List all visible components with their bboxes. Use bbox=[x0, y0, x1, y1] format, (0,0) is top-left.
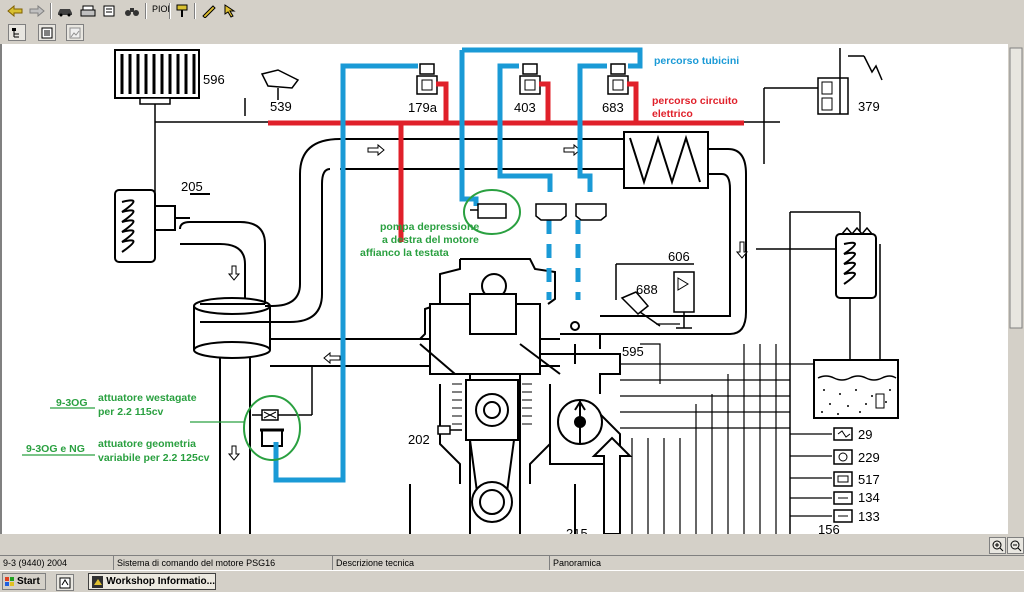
annotation-tubicini: percorso tubicini bbox=[654, 55, 739, 67]
air-filter-596 bbox=[114, 49, 200, 105]
sensor-229 bbox=[833, 449, 853, 465]
status-bar: 9-3 (9440) 2004 Sistema di comando del m… bbox=[0, 555, 1024, 570]
annotation-geometria-line2: variabile per 2.2 125cv bbox=[98, 452, 210, 464]
zoom-out-icon[interactable] bbox=[1007, 537, 1024, 554]
quick-launch-icon[interactable] bbox=[56, 574, 74, 591]
coolant-tank bbox=[813, 359, 899, 419]
status-model: 9-3 (9440) 2004 bbox=[0, 556, 114, 570]
forward-arrow-icon[interactable] bbox=[28, 2, 46, 19]
label-229: 229 bbox=[858, 450, 880, 465]
label-202: 202 bbox=[408, 432, 430, 447]
main-toolbar: PIOl bbox=[0, 0, 1024, 23]
wastegate-actuator bbox=[252, 366, 313, 447]
label-683: 683 bbox=[602, 100, 624, 115]
label-688: 688 bbox=[636, 282, 658, 297]
label-596: 596 bbox=[203, 72, 225, 87]
solenoid-683 bbox=[607, 63, 629, 95]
sensor-133 bbox=[833, 509, 853, 523]
label-29: 29 bbox=[858, 427, 872, 442]
large-up-arrow bbox=[591, 436, 633, 534]
annotation-pompa-line2: a destra del motore bbox=[382, 234, 479, 246]
sensor-29 bbox=[833, 427, 853, 441]
workshop-app-icon bbox=[92, 575, 104, 588]
sensor-517 bbox=[833, 471, 853, 487]
scrollbar-thumb[interactable] bbox=[1009, 47, 1023, 329]
tree-view-icon[interactable] bbox=[8, 24, 26, 41]
workshop-task-label: Workshop Informatio... bbox=[106, 576, 215, 587]
label-595: 595 bbox=[622, 344, 644, 359]
back-arrow-icon[interactable] bbox=[6, 2, 24, 19]
label-403: 403 bbox=[514, 100, 536, 115]
car-icon[interactable] bbox=[56, 2, 74, 19]
pointer-pencil-icon[interactable] bbox=[222, 2, 240, 19]
notes-icon[interactable] bbox=[101, 2, 119, 19]
label-606: 606 bbox=[668, 249, 690, 264]
vacuum-valve-left bbox=[535, 203, 567, 221]
sensor-539 bbox=[260, 69, 300, 100]
image-view-icon[interactable] bbox=[66, 24, 84, 41]
label-134: 134 bbox=[858, 490, 880, 505]
binoculars-icon[interactable] bbox=[123, 2, 141, 19]
sensor-134 bbox=[833, 491, 853, 505]
component-688 bbox=[620, 291, 661, 327]
tools-icon[interactable] bbox=[173, 2, 191, 19]
solenoid-179a bbox=[416, 63, 438, 95]
solenoid-403 bbox=[519, 63, 541, 95]
taskbar: Start Workshop Informatio... bbox=[0, 570, 1024, 592]
label-156: 156 bbox=[818, 522, 840, 534]
annotation-geometria-line1: attuatore geometria bbox=[98, 438, 196, 450]
workshop-task-button[interactable]: Workshop Informatio... bbox=[88, 573, 216, 590]
annotation-circuito-line1: percorso circuito bbox=[652, 95, 738, 107]
label-215: 215 bbox=[566, 526, 588, 534]
pencil-icon[interactable] bbox=[200, 2, 218, 19]
vacuum-tube-dashed bbox=[546, 220, 581, 300]
annotation-pompa-line1: pompa depressione bbox=[380, 221, 479, 233]
annotation-930g: 9-3OG bbox=[56, 397, 88, 409]
status-section: Descrizione tecnica bbox=[333, 556, 550, 570]
wiring-harness bbox=[620, 323, 832, 534]
engine-control-diagram: 596 539 179a 403 683 379 205 606 688 595… bbox=[0, 44, 1024, 534]
zoom-bar bbox=[0, 534, 1024, 555]
annotation-pompa-line3: affianco la testata bbox=[360, 247, 449, 259]
label-179a: 179a bbox=[408, 100, 438, 115]
secondary-toolbar bbox=[0, 22, 1024, 45]
label-379: 379 bbox=[858, 99, 880, 114]
label-517: 517 bbox=[858, 472, 880, 487]
annotation-westagate-line2: per 2.2 115cv bbox=[98, 406, 164, 418]
vacuum-pump bbox=[470, 203, 507, 219]
intercooler bbox=[623, 131, 709, 189]
piol-label[interactable]: PIOl bbox=[152, 4, 170, 14]
label-205: 205 bbox=[181, 179, 203, 194]
zoom-in-icon[interactable] bbox=[989, 537, 1006, 554]
vacuum-valve-right bbox=[575, 203, 607, 221]
start-label: Start bbox=[17, 576, 40, 587]
status-view: Panoramica bbox=[553, 558, 602, 568]
status-system: Sistema di comando del motore PSG16 bbox=[114, 556, 333, 570]
annotation-930g-ng: 9-3OG e NG bbox=[26, 443, 85, 455]
component-205 bbox=[114, 189, 190, 263]
label-133: 133 bbox=[858, 509, 880, 524]
annotation-circuito-line2: elettrico bbox=[652, 108, 693, 120]
component-202 bbox=[437, 425, 462, 435]
annotation-westagate-line1: attuatore westagate bbox=[98, 392, 197, 404]
label-539: 539 bbox=[270, 99, 292, 114]
windows-logo-icon bbox=[5, 576, 14, 586]
diagram-canvas: 596 539 179a 403 683 379 205 606 688 595… bbox=[0, 44, 1024, 534]
document-view-icon[interactable] bbox=[38, 24, 56, 41]
print-icon[interactable] bbox=[79, 2, 97, 19]
start-button[interactable]: Start bbox=[2, 573, 46, 590]
